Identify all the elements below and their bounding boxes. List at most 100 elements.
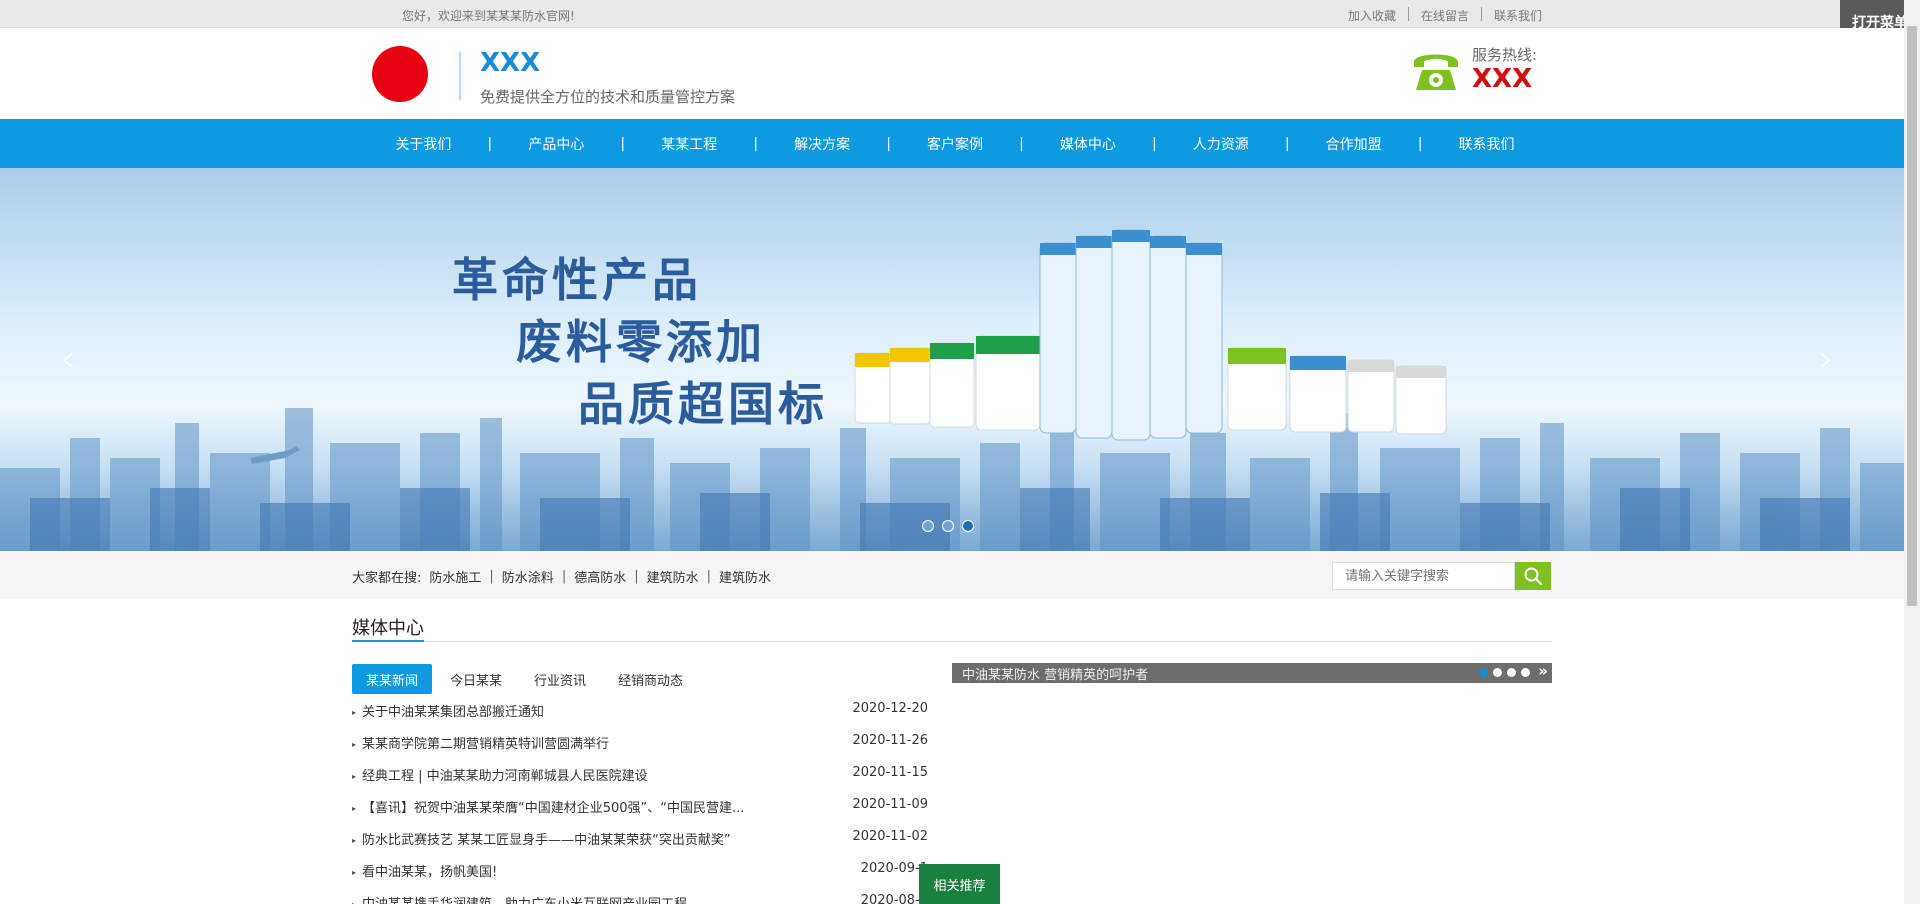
nav-item-products[interactable]: 产品中心	[495, 134, 618, 154]
banner-dot-active[interactable]	[962, 520, 974, 532]
divider	[1407, 7, 1409, 21]
nav-separator: |	[620, 135, 626, 152]
news-date: 2020-11-15	[852, 765, 928, 780]
tab-industry[interactable]: 行业资讯	[520, 664, 600, 694]
news-title[interactable]: 防水比武赛技艺 某某工匠显身手——中油某某荣获“突出贡献奖”	[362, 829, 822, 848]
nav-item-projects[interactable]: 某某工程	[628, 134, 751, 154]
online-message-link[interactable]: 在线留言	[1421, 7, 1469, 24]
phone-icon	[1414, 54, 1458, 90]
hot-search-term[interactable]: 建筑防水	[719, 567, 771, 586]
hot-search: 大家都在搜: 防水施工 | 防水涂料 | 德高防水 | 建筑防水 | 建筑防水	[352, 567, 771, 586]
welcome-text: 您好，欢迎来到某某某防水官网!	[402, 9, 575, 23]
section-divider	[352, 641, 1552, 642]
news-date: 2020-11-02	[852, 829, 928, 844]
bullet-icon: ▸	[352, 804, 357, 813]
slider-dot-active[interactable]	[1479, 668, 1488, 677]
search-bar: 大家都在搜: 防水施工 | 防水涂料 | 德高防水 | 建筑防水 | 建筑防水	[0, 551, 1904, 599]
banner-dot[interactable]	[942, 520, 954, 532]
nav-separator: |	[1284, 135, 1290, 152]
nav-item-solutions[interactable]: 解决方案	[761, 134, 884, 154]
slider-dot[interactable]	[1521, 668, 1530, 677]
list-item[interactable]: ▸ 某某商学院第二期营销精英特训营圆满举行 2020-11-26	[352, 732, 928, 764]
hero-banner[interactable]: 革命性产品 废料零添加 品质超国标 ‹ ›	[0, 168, 1904, 551]
news-title[interactable]: 经典工程 | 中油某某助力河南郸城县人民医院建设	[362, 765, 822, 784]
news-list: ▸ 关于中油某某集团总部搬迁通知 2020-12-20 ▸ 某某商学院第二期营销…	[352, 700, 928, 904]
hotline-label: 服务热线:	[1472, 46, 1538, 64]
logo[interactable]	[372, 46, 428, 102]
banner-headline-1: 革命性产品	[452, 253, 702, 307]
tab-dealer[interactable]: 经销商动态	[604, 664, 697, 694]
news-date: 2020-12-20	[852, 701, 928, 716]
bullet-icon: ▸	[352, 900, 356, 904]
site-header: XXX 免费提供全方位的技术和质量管控方案 服务热线: XXX	[0, 28, 1904, 119]
banner-headline-3: 品质超国标	[578, 377, 828, 431]
nav-separator: |	[886, 135, 891, 152]
banner-dot[interactable]	[922, 520, 934, 532]
section-title-accent	[352, 640, 424, 642]
product-image	[854, 229, 1447, 441]
hot-search-label: 大家都在搜:	[352, 571, 422, 586]
section-title: 媒体中心	[352, 618, 424, 639]
brand-name: XXX	[480, 48, 541, 78]
divider: |	[634, 569, 639, 584]
divider: |	[706, 569, 712, 584]
hot-search-term[interactable]: 建筑防水	[647, 567, 699, 586]
bullet-icon: ▸	[352, 836, 357, 845]
slider-dot[interactable]	[1493, 668, 1502, 677]
media-slider-caption: 中油某某防水 营销精英的呵护者	[962, 668, 1149, 683]
hot-search-term[interactable]: 防水施工	[429, 567, 481, 586]
top-bar: 您好，欢迎来到某某某防水官网! 加入收藏 在线留言 联系我们	[0, 0, 1904, 28]
news-date: 2020-09-1	[860, 861, 928, 876]
brand-slogan: 免费提供全方位的技术和质量管控方案	[480, 88, 736, 106]
contact-us-link[interactable]: 联系我们	[1494, 7, 1542, 24]
add-favorite-link[interactable]: 加入收藏	[1348, 7, 1396, 24]
tab-company-news[interactable]: 某某新闻	[352, 664, 433, 694]
related-recommend-button[interactable]: 相关推荐	[919, 864, 1000, 904]
hot-search-term[interactable]: 防水涂料	[502, 567, 554, 586]
list-item[interactable]: ▸ 经典工程 | 中油某某助力河南郸城县人民医院建设 2020-11-15	[352, 764, 928, 796]
bullet-icon: ▸	[352, 772, 357, 781]
banner-next-arrow[interactable]: ›	[1818, 336, 1834, 382]
bullet-icon: ▸	[352, 708, 357, 717]
nav-separator: |	[1019, 135, 1024, 152]
list-item[interactable]: ▸ 【喜讯】祝贺中油某某荣膺“中国建材企业500强”、“中国民营建... 202…	[352, 796, 928, 828]
banner-prev-arrow[interactable]: ‹	[60, 336, 76, 382]
news-date: 2020-11-09	[852, 797, 928, 812]
nav-item-cases[interactable]: 客户案例	[894, 134, 1017, 154]
city-skyline-illustration	[0, 229, 1904, 551]
news-title[interactable]: 某某商学院第二期营销精英特训营圆满举行	[362, 733, 822, 752]
media-slider[interactable]: 中油某某防水 营销精英的呵护者 »	[952, 662, 1552, 683]
divider: |	[489, 569, 494, 584]
search-input[interactable]	[1332, 562, 1515, 590]
news-date: 2020-11-26	[852, 733, 928, 748]
scrollbar-thumb[interactable]	[1907, 26, 1917, 606]
list-item[interactable]: ▸ 看中油某某，扬帆美国! 2020-09-1	[352, 860, 928, 892]
top-links: 加入收藏 在线留言 联系我们	[1348, 7, 1542, 24]
news-tabs: 某某新闻 今日某某 行业资讯 经销商动态	[352, 664, 701, 694]
nav-item-hr[interactable]: 人力资源	[1159, 134, 1282, 154]
slider-dot[interactable]	[1507, 668, 1516, 677]
bullet-icon: ▸	[352, 868, 357, 877]
news-title[interactable]: 中油某某携手华润建筑，助力广东小米互联网产业园工程	[362, 893, 822, 904]
divider	[1480, 7, 1482, 21]
tab-today[interactable]: 今日某某	[436, 664, 516, 694]
news-date: 2020-08-0	[860, 893, 928, 904]
list-item[interactable]: ▸ 关于中油某某集团总部搬迁通知 2020-12-20	[352, 700, 928, 732]
scrollbar[interactable]	[1904, 0, 1920, 904]
nav-item-media[interactable]: 媒体中心	[1026, 134, 1149, 154]
divider: |	[561, 569, 567, 584]
hotline-number: XXX	[1472, 64, 1533, 94]
nav-item-about[interactable]: 关于我们	[362, 134, 485, 154]
banner-headline-2: 废料零添加	[516, 315, 766, 369]
nav-item-contact[interactable]: 联系我们	[1425, 134, 1548, 154]
news-title[interactable]: 【喜讯】祝贺中油某某荣膺“中国建材企业500强”、“中国民营建...	[362, 797, 822, 816]
news-title[interactable]: 看中油某某，扬帆美国!	[362, 861, 822, 880]
search-button[interactable]	[1515, 562, 1551, 590]
list-item[interactable]: ▸ 防水比武赛技艺 某某工匠显身手——中油某某荣获“突出贡献奖” 2020-11…	[352, 828, 928, 860]
media-more-arrow[interactable]: »	[1538, 662, 1548, 680]
list-item[interactable]: ▸ 中油某某携手华润建筑，助力广东小米互联网产业园工程 2020-08-0	[352, 892, 928, 904]
nav-item-franchise[interactable]: 合作加盟	[1292, 134, 1415, 154]
logo-divider	[459, 52, 461, 100]
hot-search-term[interactable]: 德高防水	[574, 567, 626, 586]
news-title[interactable]: 关于中油某某集团总部搬迁通知	[362, 701, 822, 720]
